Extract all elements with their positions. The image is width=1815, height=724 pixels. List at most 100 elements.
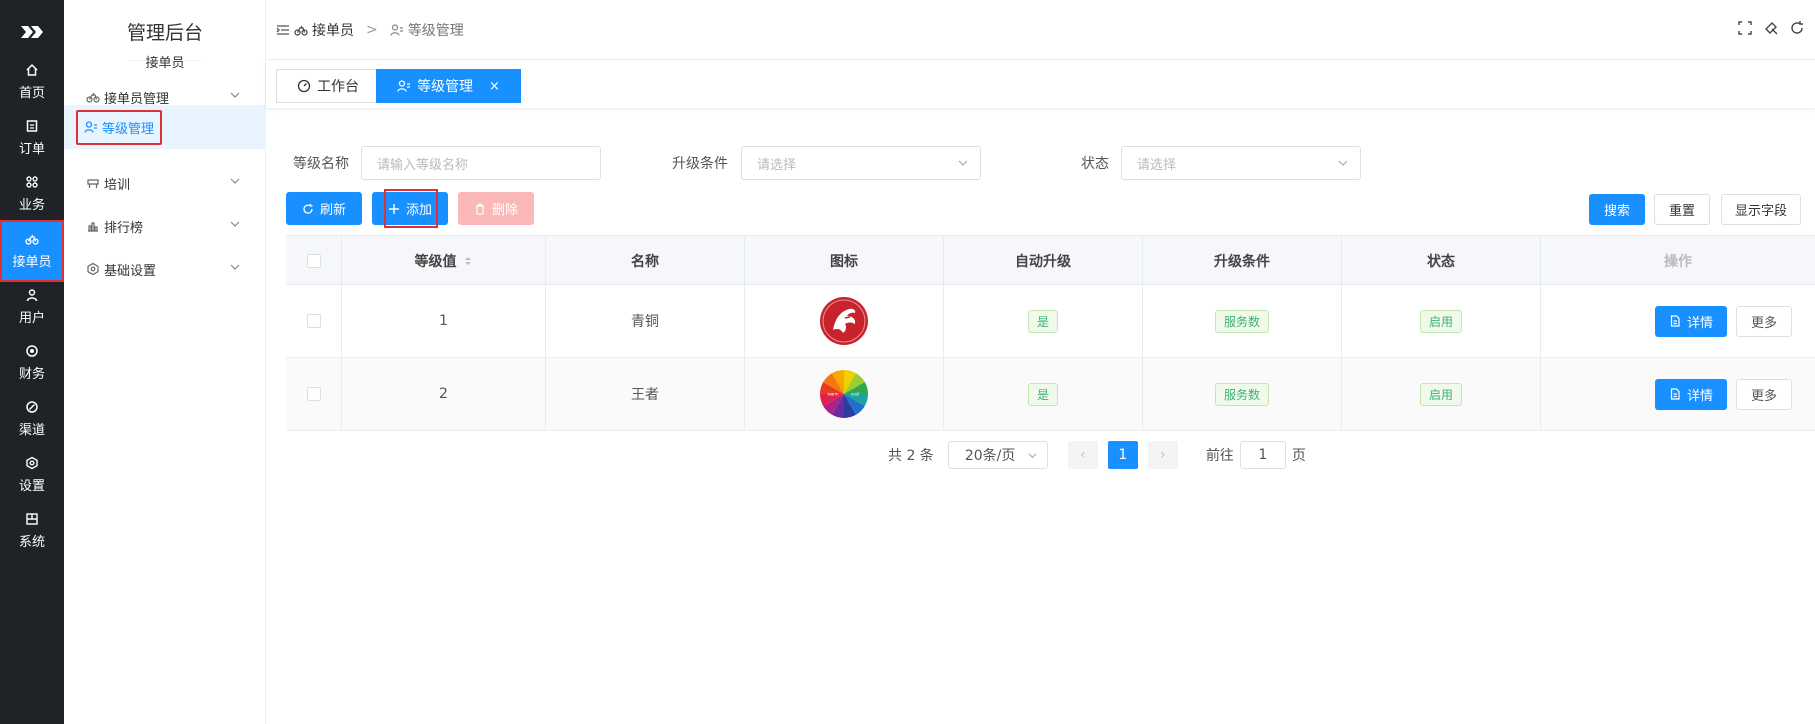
column-header-label: 等级值: [414, 254, 457, 270]
level-name-input[interactable]: 请输入等级名称: [361, 146, 601, 180]
rail-item-label: 渠道: [18, 423, 45, 438]
delete-button[interactable]: 删除: [458, 192, 534, 225]
row-checkbox[interactable]: [306, 314, 321, 328]
reset-button[interactable]: 重置: [1654, 194, 1710, 225]
chevron-down-icon: [958, 160, 968, 166]
sidebar-item-level-management[interactable]: 等级管理: [64, 105, 266, 149]
sidebar-item-label: 等级管理: [102, 121, 155, 137]
rail-item-settings[interactable]: 设置: [0, 444, 64, 506]
condition-select[interactable]: 请选择: [741, 146, 981, 180]
logo-icon: [0, 18, 64, 46]
row-checkbox[interactable]: [306, 387, 321, 401]
sort-icon[interactable]: [463, 255, 473, 267]
breadcrumb-separator: >: [366, 22, 378, 38]
order-icon: [26, 120, 38, 132]
rail-item-finance[interactable]: 财务: [0, 332, 64, 394]
bronze-level-icon: [820, 297, 868, 345]
top-bar: 接单员 > 等级管理: [266, 0, 1815, 60]
sidebar-title: 管理后台: [126, 22, 203, 44]
document-icon: [1670, 315, 1680, 327]
detail-button[interactable]: 详情: [1655, 305, 1728, 337]
status-badge: 启用: [1419, 382, 1462, 406]
rail-item-home[interactable]: 首页: [0, 51, 64, 113]
sidebar-item-ranking[interactable]: 排行榜: [64, 202, 266, 250]
more-button[interactable]: 更多: [1736, 305, 1793, 337]
pagination: 共 2 条 20条/页 ‹ 1 › 前往 1 页: [888, 441, 1306, 469]
rail-item-label: 订单: [18, 142, 45, 157]
fullscreen-icon[interactable]: [1737, 20, 1753, 36]
bike-icon: [25, 234, 39, 245]
rail-item-business[interactable]: 业务: [0, 163, 64, 225]
rail-item-channel[interactable]: 渠道: [0, 388, 64, 450]
training-icon: [87, 179, 99, 188]
king-level-icon: warm cool: [820, 370, 868, 418]
bike-icon: [294, 25, 308, 36]
select-all-cell: [286, 236, 342, 286]
row-select-cell: [286, 358, 342, 430]
column-header-level[interactable]: 等级值: [342, 236, 546, 286]
column-header-status: 状态: [1342, 236, 1541, 286]
sidebar-item-basic-settings[interactable]: 基础设置: [64, 245, 266, 293]
user-icon: [26, 289, 38, 302]
breadcrumb-parent[interactable]: 接单员: [312, 20, 354, 40]
level-cell: 2: [342, 358, 546, 430]
page-number-1[interactable]: 1: [1107, 441, 1138, 469]
rail-item-courier[interactable]: 接单员: [0, 220, 64, 282]
chevron-down-icon: [230, 264, 240, 270]
rail-item-label: 财务: [18, 367, 45, 382]
home-icon: [26, 63, 38, 76]
channel-icon: [26, 401, 38, 413]
auto-upgrade-tag: 是: [1027, 382, 1058, 406]
name-cell: 青铜: [546, 285, 745, 357]
rail-item-system[interactable]: 系统: [0, 500, 64, 562]
close-icon[interactable]: ×: [489, 79, 500, 94]
trash-icon: [475, 203, 484, 215]
columns-button[interactable]: 显示字段: [1721, 194, 1801, 225]
goto-page-input[interactable]: 1: [1239, 441, 1286, 469]
total-count: 共 2 条: [888, 448, 934, 464]
auto-upgrade-cell: 是: [944, 285, 1143, 357]
rail-item-users[interactable]: 用户: [0, 276, 64, 338]
button-label: 详情: [1687, 388, 1714, 404]
theme-icon[interactable]: [1763, 20, 1779, 36]
breadcrumb-current: 等级管理: [407, 23, 464, 39]
user-level-icon: [397, 80, 410, 92]
rail-item-orders[interactable]: 订单: [0, 107, 64, 169]
select-all-checkbox[interactable]: [306, 254, 321, 268]
more-button[interactable]: 更多: [1736, 378, 1793, 410]
breadcrumb: 接单员 > 等级管理: [276, 20, 464, 40]
tab-label: 工作台: [317, 79, 359, 95]
next-page-button[interactable]: ›: [1147, 441, 1178, 469]
column-header-auto-upgrade: 自动升级: [944, 236, 1143, 286]
column-header-name: 名称: [546, 236, 745, 286]
name-cell: 王者: [546, 358, 745, 430]
sidebar-item-training[interactable]: 培训: [64, 159, 266, 207]
user-level-icon: [84, 121, 97, 133]
level-cell: 1: [342, 285, 546, 357]
highlight-box: [384, 189, 438, 228]
status-select[interactable]: 请选择: [1121, 146, 1361, 180]
refresh-icon[interactable]: [1789, 20, 1805, 36]
main-nav-rail: 首页 订单 业务 接单员 用户 财务 渠道 设置 系统: [0, 0, 64, 724]
tab-level-management[interactable]: 等级管理 ×: [376, 69, 521, 103]
row-select-cell: [286, 285, 342, 357]
sidebar-item-label: 培训: [104, 177, 131, 193]
chevron-down-icon: [230, 92, 240, 98]
tab-workbench[interactable]: 工作台: [276, 69, 380, 103]
search-button[interactable]: 搜索: [1589, 194, 1645, 225]
detail-button[interactable]: 详情: [1655, 378, 1728, 410]
fold-menu-icon[interactable]: [276, 23, 290, 37]
rail-item-label: 系统: [18, 535, 45, 550]
page-size-select[interactable]: 20条/页: [947, 441, 1048, 469]
condition-tag: 服务数: [1214, 309, 1269, 333]
actions-cell: 详情 更多: [1655, 285, 1793, 357]
rail-item-label: 设置: [18, 479, 45, 494]
table-row: 1 青铜 是 服务数 启用 详情 更多: [286, 285, 1815, 358]
chevron-down-icon: [1338, 160, 1348, 166]
select-placeholder: 请选择: [1137, 157, 1177, 173]
button-label: 刷新: [319, 203, 346, 218]
bar-chart-icon: [88, 222, 98, 232]
system-icon: [26, 513, 38, 525]
refresh-button[interactable]: 刷新: [286, 192, 362, 225]
prev-page-button[interactable]: ‹: [1067, 441, 1098, 469]
